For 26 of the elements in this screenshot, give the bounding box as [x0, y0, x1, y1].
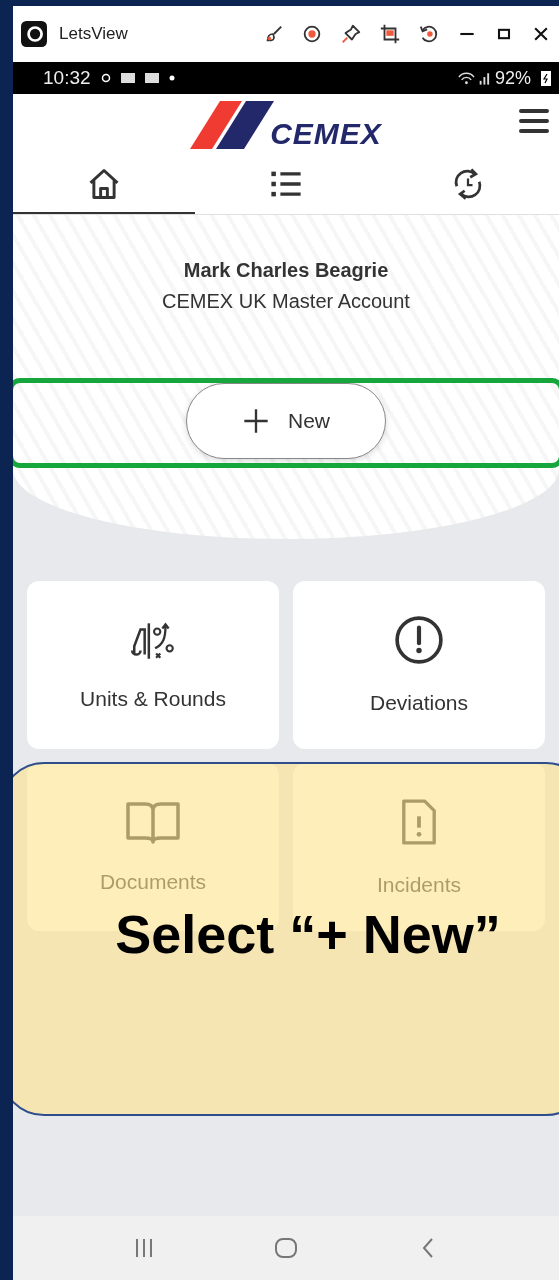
sync-status-icon — [100, 73, 111, 83]
open-book-icon — [125, 800, 181, 844]
message-icon — [120, 73, 135, 83]
plus-icon — [242, 407, 270, 435]
menu-tile[interactable]: Deviations — [293, 581, 545, 749]
alert-circle-icon — [394, 615, 444, 665]
app-logo-icon — [21, 21, 47, 47]
account-name: CEMEX UK Master Account — [162, 290, 410, 313]
record-icon[interactable] — [301, 23, 323, 45]
new-button[interactable]: New — [186, 383, 386, 459]
crop-icon[interactable] — [379, 23, 401, 45]
dot-icon — [168, 75, 175, 81]
signal-icon — [456, 70, 491, 86]
status-time: 10:32 — [43, 67, 91, 89]
home-button-icon[interactable] — [274, 1236, 298, 1260]
battery-level: 92% — [494, 67, 531, 89]
menu-icon[interactable] — [519, 108, 549, 134]
logo-wordmark: CEMEX — [270, 119, 382, 149]
battery-icon — [541, 70, 551, 86]
menu-tile[interactable]: Units & Rounds — [27, 581, 279, 749]
user-name: Mark Charles Beagrie — [183, 259, 389, 282]
window-title: LetsView — [59, 24, 128, 44]
file-alert-icon — [400, 797, 438, 847]
message-icon — [144, 73, 159, 83]
rotate-icon[interactable] — [418, 23, 440, 45]
pin-icon[interactable] — [340, 23, 362, 45]
